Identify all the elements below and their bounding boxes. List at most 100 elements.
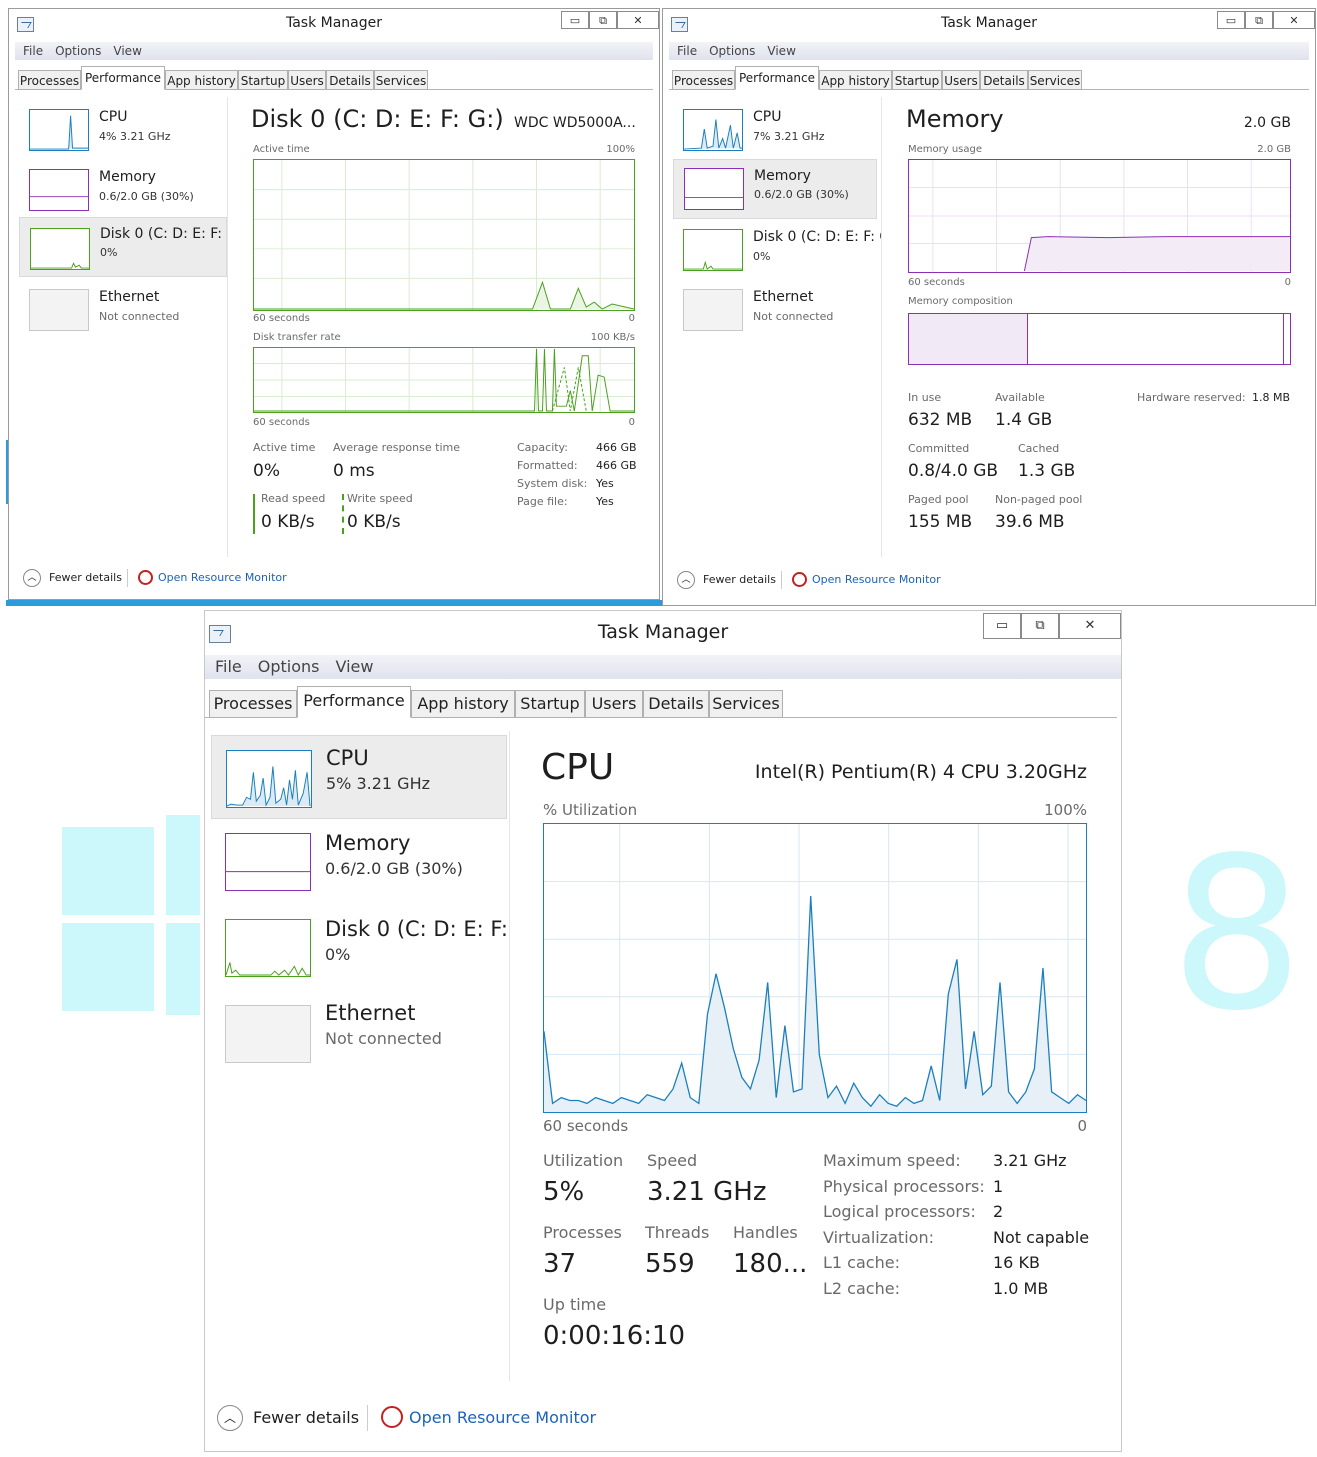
sidebar-ethernet-sub: Not connected xyxy=(325,1029,442,1048)
sidebar-item-memory[interactable]: Memory 0.6/2.0 GB (30%) xyxy=(211,823,507,907)
close-button[interactable]: ✕ xyxy=(1059,613,1121,639)
sidebar-item-ethernet[interactable]: Ethernet Not connected xyxy=(673,285,877,337)
sidebar-divider xyxy=(509,731,510,1381)
tab-details[interactable]: Details xyxy=(643,690,709,718)
transfer-zero: 0 xyxy=(628,417,635,428)
sidebar-item-cpu[interactable]: CPU 7% 3.21 GHz xyxy=(673,105,877,157)
sidebar-item-cpu[interactable]: CPU 4% 3.21 GHz xyxy=(19,105,227,157)
fewer-details-link[interactable]: Fewer details xyxy=(703,573,776,586)
memory-usage-label: Memory usage xyxy=(908,144,983,155)
memory-thumbnail-graph xyxy=(225,833,311,891)
sidebar-item-disk[interactable]: Disk 0 (C: D: E: F: G:) 0% xyxy=(19,217,228,277)
sidebar-ethernet-sub: Not connected xyxy=(753,310,834,323)
title-bar[interactable]: Task Manager ▭ ⧉ ✕ xyxy=(205,611,1121,649)
stat-avg-response-label: Average response time xyxy=(333,441,460,454)
chevron-up-icon[interactable]: ︿ xyxy=(217,1405,243,1431)
sidebar-item-ethernet[interactable]: Ethernet Not connected xyxy=(211,991,507,1075)
task-manager-window-disk: Task Manager ▭ ⧉ ✕ File Options View Proce… xyxy=(8,8,660,600)
stat-write-speed-value: 0 KB/s xyxy=(347,512,401,532)
fewer-details-link[interactable]: Fewer details xyxy=(253,1408,359,1427)
stat-write-speed-label: Write speed xyxy=(347,492,413,505)
sidebar-divider xyxy=(227,97,228,557)
close-button[interactable]: ✕ xyxy=(1273,11,1315,29)
menu-options[interactable]: Options xyxy=(258,657,320,676)
tab-performance[interactable]: Performance xyxy=(81,66,165,90)
ethernet-thumbnail-graph xyxy=(29,289,89,331)
title-bar[interactable]: Task Manager ▭ ⧉ ✕ xyxy=(9,9,659,39)
sidebar-item-disk[interactable]: Disk 0 (C: D: E: F: G:) 0% xyxy=(211,907,507,991)
open-resource-monitor-link[interactable]: Open Resource Monitor xyxy=(812,573,941,586)
stat-handles-label: Handles xyxy=(733,1223,798,1242)
menu-file[interactable]: File xyxy=(677,44,697,58)
resource-monitor-icon xyxy=(792,572,807,587)
stat-avg-response-value: 0 ms xyxy=(333,461,375,481)
fewer-details-link[interactable]: Fewer details xyxy=(49,571,122,584)
tab-app-history[interactable]: App history xyxy=(819,70,892,90)
tab-startup[interactable]: Startup xyxy=(892,70,942,90)
tab-app-history[interactable]: App history xyxy=(411,690,515,718)
cpu-thumbnail-graph xyxy=(29,109,89,151)
minimize-button[interactable]: ▭ xyxy=(983,613,1021,639)
open-resource-monitor-link[interactable]: Open Resource Monitor xyxy=(409,1408,596,1427)
restore-button[interactable]: ⧉ xyxy=(589,11,617,29)
menu-view[interactable]: View xyxy=(336,657,374,676)
stat-uptime-value: 0:00:16:10 xyxy=(543,1321,686,1351)
sidebar-item-cpu[interactable]: CPU 5% 3.21 GHz xyxy=(211,735,507,819)
sidebar-cpu-name: CPU xyxy=(326,746,369,770)
tab-strip: Processes Performance App history Startu… xyxy=(205,685,1117,718)
tab-services[interactable]: Services xyxy=(374,70,428,90)
tab-details[interactable]: Details xyxy=(980,70,1028,90)
tab-services[interactable]: Services xyxy=(709,690,783,718)
title-bar[interactable]: Task Manager ▭ ⧉ ✕ xyxy=(663,9,1315,39)
tab-processes[interactable]: Processes xyxy=(672,70,735,90)
stat-read-speed-label: Read speed xyxy=(261,492,326,505)
tab-app-history[interactable]: App history xyxy=(165,70,238,90)
utilization-graph-label: % Utilization xyxy=(543,801,638,819)
cpu-thumbnail-graph xyxy=(226,750,312,808)
tab-processes[interactable]: Processes xyxy=(209,690,297,718)
sidebar-item-disk[interactable]: Disk 0 (C: D: E: F: G:) 0% xyxy=(673,225,881,277)
menu-view[interactable]: View xyxy=(767,44,795,58)
menu-file[interactable]: File xyxy=(23,44,43,58)
tab-performance[interactable]: Performance xyxy=(735,66,819,90)
tab-startup[interactable]: Startup xyxy=(515,690,585,718)
minimize-button[interactable]: ▭ xyxy=(1217,11,1245,29)
stat-threads-label: Threads xyxy=(645,1223,710,1242)
chevron-up-icon[interactable]: ︿ xyxy=(23,569,41,587)
menu-options[interactable]: Options xyxy=(709,44,755,58)
stat-committed-value: 0.8/4.0 GB xyxy=(908,461,999,481)
memory-composition-bar xyxy=(908,313,1291,365)
tab-performance[interactable]: Performance xyxy=(297,686,411,718)
tab-users[interactable]: Users xyxy=(585,690,643,718)
tab-services[interactable]: Services xyxy=(1028,70,1082,90)
tab-strip: Processes Performance App history Startu… xyxy=(669,65,1309,90)
info-logical-processors-value: 2 xyxy=(993,1202,1004,1221)
tab-users[interactable]: Users xyxy=(942,70,980,90)
menu-file[interactable]: File xyxy=(215,657,242,676)
tab-details[interactable]: Details xyxy=(326,70,374,90)
info-page-file-value: Yes xyxy=(596,495,614,508)
info-l2-cache-value: 1.0 MB xyxy=(993,1279,1049,1298)
tab-processes[interactable]: Processes xyxy=(18,70,81,90)
stat-cached-value: 1.3 GB xyxy=(1018,461,1076,481)
close-button[interactable]: ✕ xyxy=(617,11,659,29)
tab-users[interactable]: Users xyxy=(288,70,326,90)
sidebar-divider xyxy=(881,97,882,557)
stat-in-use-value: 632 MB xyxy=(908,410,973,430)
open-resource-monitor-link[interactable]: Open Resource Monitor xyxy=(158,571,287,584)
sidebar-item-ethernet[interactable]: Ethernet Not connected xyxy=(19,285,227,337)
sidebar-item-memory[interactable]: Memory 0.6/2.0 GB (30%) xyxy=(19,165,227,217)
sidebar-item-memory[interactable]: Memory 0.6/2.0 GB (30%) xyxy=(673,159,877,219)
memory-total: 2.0 GB xyxy=(1243,115,1291,131)
menu-options[interactable]: Options xyxy=(55,44,101,58)
chevron-up-icon[interactable]: ︿ xyxy=(677,571,695,589)
menu-view[interactable]: View xyxy=(113,44,141,58)
transfer-seconds: 60 seconds xyxy=(253,417,310,428)
memory-thumbnail-graph xyxy=(29,169,89,211)
tab-startup[interactable]: Startup xyxy=(238,70,288,90)
restore-button[interactable]: ⧉ xyxy=(1021,613,1059,639)
minimize-button[interactable]: ▭ xyxy=(561,11,589,29)
memory-seconds: 60 seconds xyxy=(908,277,965,288)
restore-button[interactable]: ⧉ xyxy=(1245,11,1273,29)
info-physical-processors-label: Physical processors: xyxy=(823,1177,985,1196)
